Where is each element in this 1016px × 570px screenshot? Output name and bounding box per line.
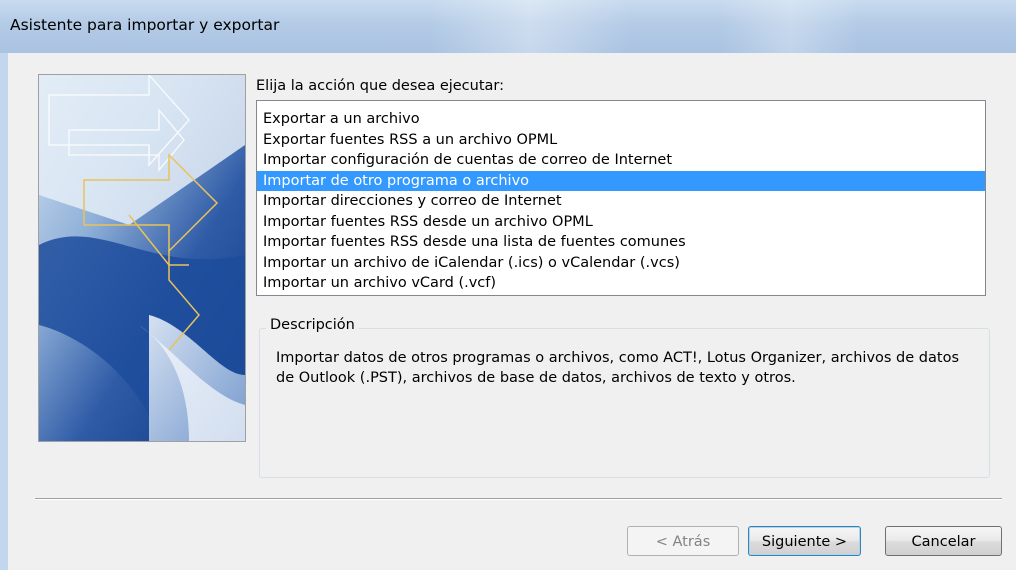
action-list-item[interactable]: Importar de otro programa o archivo — [257, 170, 985, 191]
wizard-banner-image — [38, 74, 246, 442]
description-label: Descripción — [266, 317, 359, 333]
action-list-item[interactable]: Importar un archivo vCard (.vcf) — [257, 273, 985, 294]
description-text: Importar datos de otros programas o arch… — [276, 350, 959, 386]
action-list-item[interactable]: Exportar a un archivo — [257, 109, 985, 130]
import-export-wizard-window: Asistente para importar y exportar Elija… — [0, 0, 1016, 570]
window-frame-left — [0, 53, 8, 570]
action-prompt-label: Elija la acción que desea ejecutar: — [256, 78, 505, 94]
action-list-item[interactable]: Importar configuración de cuentas de cor… — [257, 150, 985, 171]
arrows-banner-graphic — [39, 75, 245, 441]
action-list-item[interactable]: Importar un archivo de iCalendar (.ics) … — [257, 253, 985, 274]
action-list-item[interactable]: Importar fuentes RSS desde una lista de … — [257, 232, 985, 253]
back-button[interactable]: < Atrás — [627, 526, 739, 556]
action-listbox[interactable]: Exportar a un archivo Exportar fuentes RS… — [256, 100, 986, 296]
titlebar-glass-highlight — [720, 0, 860, 53]
action-list-item[interactable]: Importar fuentes RSS desde un archivo OP… — [257, 212, 985, 233]
button-separator — [35, 498, 1002, 500]
window-title: Asistente para importar y exportar — [10, 16, 280, 34]
cancel-button[interactable]: Cancelar — [885, 526, 1002, 556]
action-list-item[interactable]: Exportar fuentes RSS a un archivo OPML — [257, 130, 985, 151]
next-button[interactable]: Siguiente > — [748, 526, 861, 556]
wizard-content: Elija la acción que desea ejecutar: Expo… — [8, 53, 1016, 570]
action-list-item[interactable]: Importar direcciones y correo de Interne… — [257, 191, 985, 212]
titlebar-glass-highlight — [430, 0, 630, 53]
title-bar[interactable]: Asistente para importar y exportar — [0, 0, 1016, 53]
